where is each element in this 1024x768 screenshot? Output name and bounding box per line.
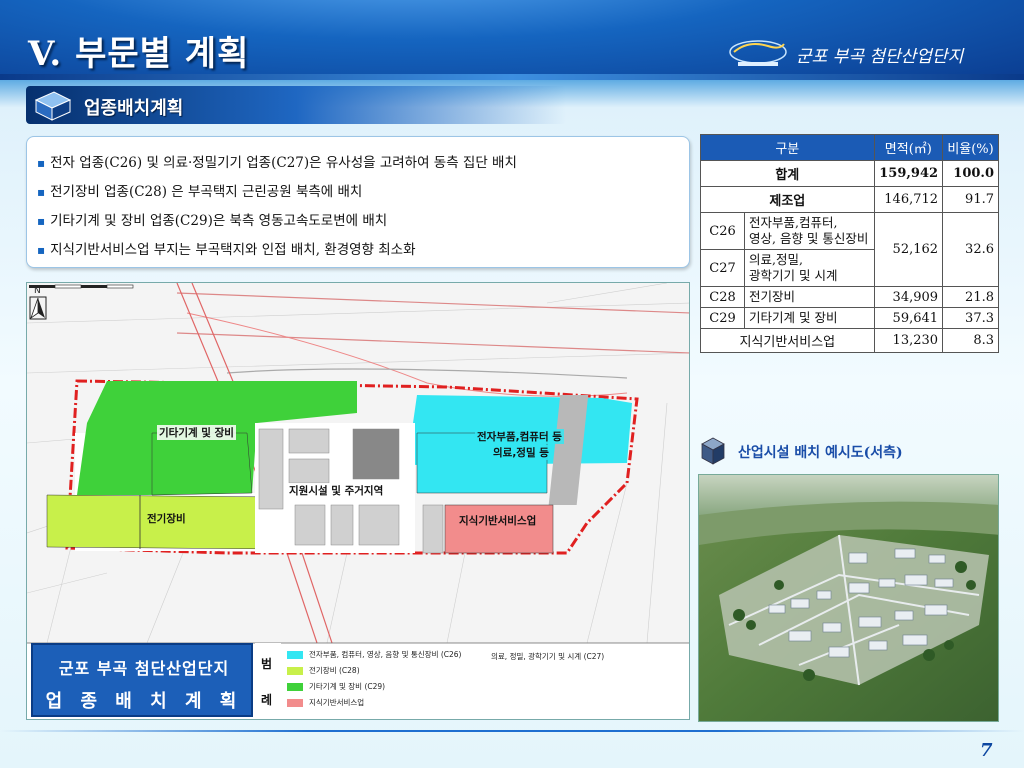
c28-ratio: 21.8: [942, 286, 999, 308]
page-title: V. 부문별 계획: [28, 34, 250, 74]
bullet-item: 지식기반서비스업 부지는 부곡택지와 인접 배치, 환경영향 최소화: [37, 236, 679, 265]
c27-desc: 의료,정밀, 광학기기 및 시계: [744, 249, 875, 287]
bullet-item: 전자 업종(C26) 및 의료·정밀기기 업종(C27)은 유사성을 고려하여 …: [37, 149, 679, 178]
bullet-item: 기타기계 및 장비 업종(C29)은 북측 영동고속도로변에 배치: [37, 207, 679, 236]
header-area: 면적(㎡): [873, 134, 944, 161]
legend-swatch: [287, 698, 303, 707]
legend-label: 전기장비 (C28): [309, 666, 360, 675]
legend-item: 전기장비 (C28): [287, 665, 360, 676]
legend-swatch: [287, 666, 303, 675]
c26-desc: 전자부품,컴퓨터, 영상, 음향 및 통신장비: [744, 212, 875, 250]
legend-label: 전자부품, 컴퓨터, 영상, 음향 및 통신장비 (C26): [309, 650, 462, 659]
table-row-c29: C29 기타기계 및 장비 59,641 37.3: [700, 307, 999, 329]
table-row-total: 합계 159,942 100.0: [700, 160, 999, 187]
photo-caption: 산업시설 배치 예시도(서측): [738, 445, 903, 461]
map-label-knowledge: 지식기반서비스업: [457, 513, 539, 528]
c26-c27-ratio: 32.6: [942, 212, 999, 287]
legend-item: 기타기계 및 장비 (C29): [287, 681, 385, 692]
legend-heading-char: 범: [261, 657, 273, 671]
table-row-c28: C28 전기장비 34,909 21.8: [700, 286, 999, 308]
legend-swatch: [287, 682, 303, 691]
c28-area: 34,909: [873, 286, 944, 308]
c28-desc: 전기장비: [744, 286, 875, 308]
legend-heading: 범 례: [255, 643, 281, 717]
cube-icon: [34, 91, 72, 121]
table-row-c26: C26 전자부품,컴퓨터, 영상, 음향 및 통신장비 52,162 32.6: [700, 212, 999, 287]
c29-desc: 기타기계 및 장비: [744, 307, 875, 329]
complex-name: 군포 부곡 첨단산업단지: [796, 47, 964, 67]
legend-item: 전자부품, 컴퓨터, 영상, 음향 및 통신장비 (C26): [287, 649, 462, 660]
area-table: 구분 면적(㎡) 비율(%) 합계 159,942 100.0 제조업 146,…: [700, 134, 999, 353]
aerial-rendering-drawing: [699, 475, 998, 721]
c29-ratio: 37.3: [942, 307, 999, 329]
map-label-medical: 의료,정밀 등: [491, 445, 551, 460]
map-title-line1: 군포 부곡 첨단산업단지: [58, 659, 230, 678]
bullet-item: 전기장비 업종(C28) 은 부곡택지 근린공원 북측에 배치: [37, 178, 679, 207]
legend-swatch: [287, 650, 303, 659]
legend-label: 기타기계 및 장비 (C29): [309, 682, 386, 691]
aerial-rendering-image: [698, 474, 999, 722]
manufacturing-area: 146,712: [873, 186, 944, 213]
map-label-machinery: 기타기계 및 장비: [157, 425, 236, 440]
map-label-electronics: 전자부품,컴퓨터 등: [475, 429, 564, 444]
bullet-box: 전자 업종(C26) 및 의료·정밀기기 업종(C27)은 유사성을 고려하여 …: [26, 136, 690, 268]
c26-c27-area: 52,162: [873, 212, 944, 287]
table-row-knowledge: 지식기반서비스업 13,230 8.3: [700, 328, 999, 353]
c28-code: C28: [700, 286, 745, 308]
cube-icon: [701, 437, 725, 465]
c26-code: C26: [700, 212, 745, 250]
knowledge-label: 지식기반서비스업: [700, 328, 875, 353]
manufacturing-ratio: 91.7: [942, 186, 999, 213]
map-label-support: 지원시설 및 주거지역: [287, 483, 386, 498]
map-title-box: 군포 부곡 첨단산업단지 업 종 배 치 계 획 도: [31, 643, 253, 719]
legend-heading-char: 례: [261, 693, 273, 707]
total-label: 합계: [700, 160, 875, 187]
knowledge-area: 13,230: [873, 328, 944, 353]
header-category: 구분: [700, 134, 875, 161]
scale-bar-icon: [29, 284, 134, 289]
legend-item: 지식기반서비스업: [287, 697, 364, 708]
c27-code: C27: [700, 249, 745, 287]
total-area: 159,942: [873, 160, 944, 187]
map-label-electrical: 전기장비: [145, 511, 188, 526]
header-ratio: 비율(%): [942, 134, 999, 161]
section-subtitle: 업종배치계획: [84, 98, 184, 119]
total-ratio: 100.0: [942, 160, 999, 187]
table-header-row: 구분 면적(㎡) 비율(%): [700, 134, 999, 161]
bullet-list: 전자 업종(C26) 및 의료·정밀기기 업종(C27)은 유사성을 고려하여 …: [37, 149, 679, 265]
manufacturing-label: 제조업: [700, 186, 875, 213]
map-legend: 전자부품, 컴퓨터, 영상, 음향 및 통신장비 (C26) 의료, 정밀, 광…: [283, 645, 689, 717]
c29-area: 59,641: [873, 307, 944, 329]
withbook-logo-icon: [729, 40, 787, 66]
legend-label: 지식기반서비스업: [309, 698, 365, 707]
c29-code: C29: [700, 307, 745, 329]
page-number: 7: [980, 740, 993, 761]
zoning-map: 기타기계 및 장비 전자부품,컴퓨터 등 의료,정밀 등 지원시설 및 주거지역…: [26, 282, 690, 720]
footer-divider: [0, 730, 1024, 732]
table-row-manufacturing: 제조업 146,712 91.7: [700, 186, 999, 213]
knowledge-ratio: 8.3: [942, 328, 999, 353]
area-table-wrap: 구분 면적(㎡) 비율(%) 합계 159,942 100.0 제조업 146,…: [700, 134, 999, 353]
map-title-line2: 업 종 배 치 계 획 도: [45, 691, 243, 719]
legend-label-c27: 의료, 정밀, 광학기기 및 시계 (C27): [491, 652, 605, 661]
